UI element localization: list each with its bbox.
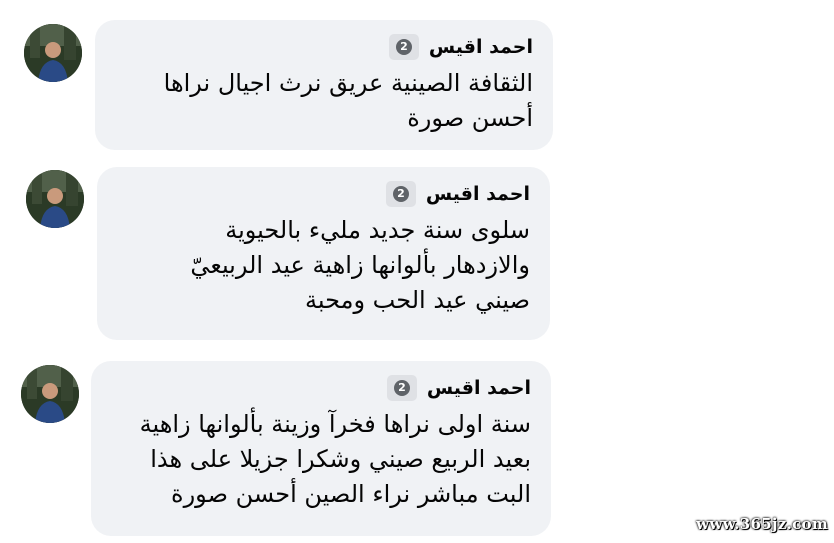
badge-number: 2 (392, 186, 409, 202)
badge-number: 2 (393, 380, 410, 396)
comment-bubble: احمد اقيس 2 الثقافة الصينية عريق نرث اجي… (95, 20, 553, 150)
avatar[interactable] (21, 365, 79, 423)
author-name[interactable]: احمد اقيس (427, 377, 531, 399)
comment-header: احمد اقيس 2 (91, 375, 531, 401)
comment-line: أحسن صورة (407, 104, 533, 132)
comment-line: بعيد الربيع صيني وشكرا جزيلا على هذا (150, 445, 531, 473)
avatar[interactable] (26, 170, 84, 228)
top-fan-badge-icon[interactable]: 2 (386, 375, 417, 401)
comment-bubble: احمد اقيس 2 سنة اولى نراها فخرآ وزينة بأ… (91, 361, 551, 536)
badge-number: 2 (395, 39, 412, 55)
comment-text: سنة اولى نراها فخرآ وزينة بألوانها زاهية… (91, 407, 531, 512)
comment-line: البت مباشر نراء الصين أحسن صورة (171, 480, 531, 508)
author-name[interactable]: احمد اقيس (429, 36, 533, 58)
author-name[interactable]: احمد اقيس (426, 183, 530, 205)
avatar[interactable] (24, 24, 82, 82)
comment-line: صيني عيد الحب ومحبة (305, 286, 530, 314)
comment-text: سلوى سنة جديد مليء بالحيوية والازدهار بأ… (97, 213, 530, 318)
comment-line: سنة اولى نراها فخرآ وزينة بألوانها زاهية (139, 410, 531, 438)
comment-line: والازدهار بألوانها زاهية عيد الربيعيّ (190, 251, 530, 279)
watermark: www.365jz.com (696, 515, 828, 533)
comment-text: الثقافة الصينية عريق نرث اجيال نراها أحس… (95, 66, 533, 136)
comment-header: احمد اقيس 2 (95, 34, 533, 60)
comment-line: الثقافة الصينية عريق نرث اجيال نراها (163, 69, 533, 97)
comment-bubble: احمد اقيس 2 سلوى سنة جديد مليء بالحيوية … (97, 167, 550, 340)
previous-comment-fragment (120, 0, 565, 8)
comment-line: سلوى سنة جديد مليء بالحيوية (225, 216, 530, 244)
comment-header: احمد اقيس 2 (97, 181, 530, 207)
top-fan-badge-icon[interactable]: 2 (388, 34, 419, 60)
top-fan-badge-icon[interactable]: 2 (385, 181, 416, 207)
